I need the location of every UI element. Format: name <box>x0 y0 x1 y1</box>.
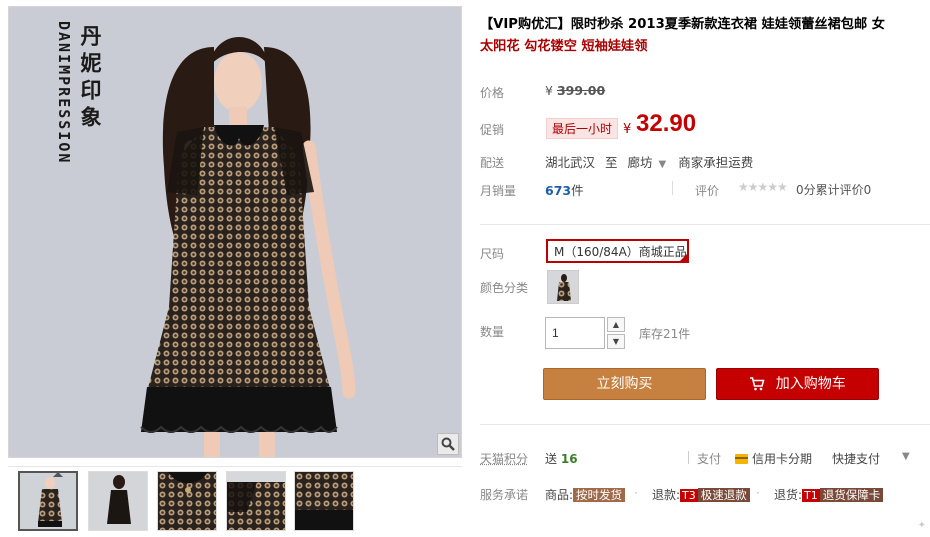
points-send-word: 送 <box>545 452 558 466</box>
price-panel: 价格 ¥ 399.00 促销 最后一小时 ¥ 32.90 配送 湖北武汉 至 廊… <box>480 70 925 215</box>
thumbnail-image <box>295 472 353 530</box>
add-to-cart-label: 加入购物车 <box>775 376 846 392</box>
stock-text: 库存21件 <box>639 327 691 341</box>
return-guarantee-badge: 退货保障卡 <box>819 488 884 502</box>
star-rating-icon: ★★★★★ <box>738 180 788 194</box>
original-price: ¥ 399.00 <box>545 83 605 98</box>
credit-installment-link[interactable]: 信用卡分期 <box>735 450 812 467</box>
thumbnail-image <box>158 472 216 530</box>
t1-badge: T1 <box>802 489 820 502</box>
size-label: 尺码 <box>480 247 505 261</box>
corner-decoration: ✦ <box>917 520 926 531</box>
divider <box>672 181 673 195</box>
size-option-selected[interactable]: M（160/84A）商城正品 <box>546 239 689 263</box>
rating-label: 评价 <box>695 184 720 198</box>
thumbnail-image <box>89 472 147 530</box>
quick-pay-link[interactable]: 快捷支付 <box>832 450 880 467</box>
monthly-sales-label: 月销量 <box>480 184 517 198</box>
thumbnail-1[interactable] <box>18 471 78 531</box>
service-return-word: 退货: <box>774 488 803 502</box>
points-value: 16 <box>560 452 578 466</box>
thumbnail-5[interactable] <box>294 471 354 531</box>
quantity-increase-button[interactable]: ▲ <box>607 317 625 332</box>
currency-symbol: ¥ <box>545 83 553 98</box>
size-option-text: M（160/84A）商城正品 <box>554 245 687 259</box>
divider <box>688 451 689 464</box>
shipping-label: 配送 <box>480 156 505 170</box>
original-price-value: 399.00 <box>556 83 606 98</box>
cart-icon <box>750 377 765 391</box>
product-title-main: 【VIP购优汇】限时秒杀 2013夏季新款连衣裙 娃娃领蕾丝裙包邮 女 <box>480 17 885 32</box>
credit-card-icon <box>735 454 748 464</box>
service-goods[interactable]: 商品: 按时发货 <box>545 486 626 503</box>
credit-installment-text: 信用卡分期 <box>752 452 813 466</box>
service-goods-word: 商品: <box>545 488 574 502</box>
ship-from: 湖北武汉 <box>545 155 596 170</box>
thumbnail-strip <box>8 466 462 536</box>
price-label: 价格 <box>480 86 505 100</box>
promo-badge: 最后一小时 <box>546 118 619 139</box>
brand-logo-cn: 丹妮印象 <box>78 25 103 133</box>
tmall-points-label[interactable]: 天猫积分 <box>480 450 528 467</box>
thumbnail-3[interactable] <box>157 471 217 531</box>
chevron-down-icon[interactable]: ▼ <box>659 159 667 170</box>
monthly-sales-count: 673 <box>545 183 572 198</box>
separator-dot: · <box>634 486 638 500</box>
current-price: 32.90 <box>636 110 697 137</box>
service-refund[interactable]: 退款: T3 极速退款 <box>652 486 750 503</box>
color-swatch[interactable] <box>547 270 579 304</box>
t3-badge: T3 <box>680 489 698 502</box>
section-divider <box>480 224 930 225</box>
thumbnail-image <box>20 473 76 529</box>
sales-unit: 件 <box>571 183 584 198</box>
thumbnail-4[interactable] <box>226 471 286 531</box>
quantity-label: 数量 <box>480 325 505 339</box>
promo-label: 促销 <box>480 123 505 137</box>
thumbnail-2[interactable] <box>88 471 148 531</box>
on-time-ship-badge: 按时发货 <box>573 488 626 502</box>
service-return[interactable]: 退货: T1 退货保障卡 <box>774 486 884 503</box>
separator-dot: · <box>756 486 760 500</box>
color-label: 颜色分类 <box>480 281 529 295</box>
section-divider <box>480 424 930 425</box>
product-title: 【VIP购优汇】限时秒杀 2013夏季新款连衣裙 娃娃领蕾丝裙包邮 女 太阳花 … <box>480 14 925 58</box>
ship-to-word: 至 <box>605 155 618 170</box>
quantity-decrease-button[interactable]: ▼ <box>607 334 625 349</box>
rating-score-link[interactable]: 0分累计评价0 <box>796 181 871 198</box>
monthly-sales: 673件 <box>545 180 584 199</box>
zoom-button[interactable] <box>437 433 459 455</box>
chevron-down-icon[interactable]: ▼ <box>902 451 910 462</box>
ship-destination-select[interactable]: 廊坊 <box>628 155 653 170</box>
currency-symbol: ¥ <box>623 122 632 137</box>
thumbnail-image <box>227 472 285 530</box>
points-send: 送 16 <box>545 450 578 467</box>
buy-now-button[interactable]: 立刻购买 <box>543 368 706 400</box>
shipping-info: 湖北武汉 至 廊坊 ▼ 商家承担运费 <box>545 152 759 171</box>
color-swatch-image <box>548 271 578 303</box>
main-product-photo[interactable]: DANIMPRESSION 丹妮印象 <box>8 6 462 458</box>
product-gallery: DANIMPRESSION 丹妮印象 <box>8 6 462 536</box>
service-label: 服务承诺 <box>480 488 529 502</box>
fast-refund-badge: 极速退款 <box>697 488 750 502</box>
magnifier-icon <box>441 437 455 451</box>
shipping-fee-note: 商家承担运费 <box>678 155 754 170</box>
service-refund-word: 退款: <box>652 488 681 502</box>
selected-check-icon <box>679 253 687 261</box>
product-info: 【VIP购优汇】限时秒杀 2013夏季新款连衣裙 娃娃领蕾丝裙包邮 女 太阳花 … <box>480 14 925 58</box>
product-title-tail: 太阳花 勾花镂空 短袖娃娃领 <box>480 39 648 54</box>
add-to-cart-button[interactable]: 加入购物车 <box>716 368 879 400</box>
pay-label: 支付 <box>697 452 722 466</box>
buy-now-label: 立刻购买 <box>596 376 653 392</box>
active-indicator-icon <box>53 473 63 477</box>
quantity-input[interactable] <box>545 317 605 349</box>
brand-logo-en: DANIMPRESSION <box>55 21 73 165</box>
